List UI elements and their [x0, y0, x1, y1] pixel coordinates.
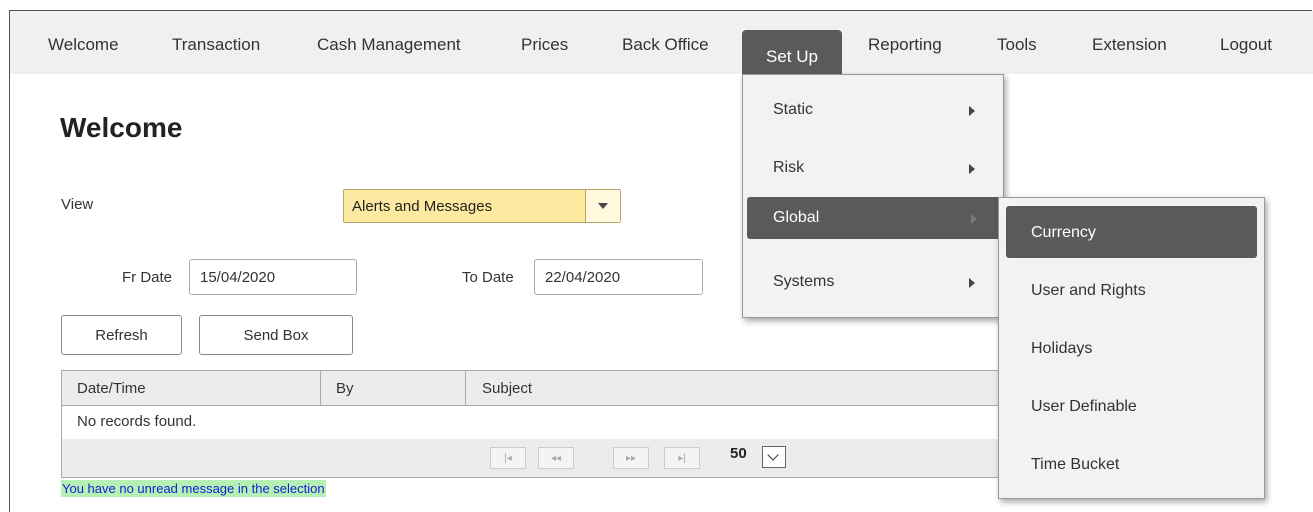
refresh-button[interactable]: Refresh — [61, 315, 182, 355]
from-date-input[interactable] — [189, 259, 357, 295]
submenu-item-user-and-rights[interactable]: User and Rights — [999, 264, 1264, 316]
menu-item-label: Holidays — [1031, 340, 1093, 357]
menu-item-label: Static — [773, 101, 814, 118]
setup-item-systems[interactable]: Systems — [743, 261, 1003, 303]
table-pager: |◂ ◂◂ ▸▸ ▸| 50 — [62, 439, 1060, 477]
menu-welcome[interactable]: Welcome — [48, 35, 119, 55]
global-submenu: Currency User and Rights Holidays User D… — [998, 197, 1265, 499]
status-message: You have no unread message in the select… — [61, 480, 326, 497]
submenu-item-user-definable[interactable]: User Definable — [999, 380, 1264, 432]
col-by[interactable]: By — [336, 380, 354, 397]
menu-logout[interactable]: Logout — [1220, 35, 1272, 55]
menu-cash-management[interactable]: Cash Management — [317, 35, 461, 55]
menu-tools[interactable]: Tools — [997, 35, 1037, 55]
page-size-dropdown[interactable] — [762, 446, 786, 468]
view-select-toggle[interactable] — [585, 190, 620, 222]
col-subject[interactable]: Subject — [482, 380, 532, 397]
menu-item-label: Currency — [1031, 224, 1096, 241]
caret-down-icon — [598, 203, 608, 209]
submenu-item-time-bucket[interactable]: Time Bucket — [999, 438, 1264, 490]
submenu-item-holidays[interactable]: Holidays — [999, 322, 1264, 374]
chevron-right-icon — [971, 214, 977, 224]
page-size-value: 50 — [730, 445, 747, 462]
column-divider — [465, 371, 466, 405]
menu-reporting[interactable]: Reporting — [868, 35, 942, 55]
column-divider — [320, 371, 321, 405]
chevron-right-icon — [969, 278, 975, 288]
last-page-icon[interactable]: ▸| — [664, 447, 700, 469]
submenu-item-currency[interactable]: Currency — [1006, 206, 1257, 258]
send-box-button[interactable]: Send Box — [199, 315, 353, 355]
menu-item-label: Time Bucket — [1031, 456, 1120, 473]
page-title: Welcome — [60, 112, 183, 143]
view-select-value: Alerts and Messages — [352, 198, 493, 215]
from-date-label: Fr Date — [122, 269, 173, 286]
setup-item-static[interactable]: Static — [743, 89, 1003, 131]
table-row: No records found. — [62, 405, 1060, 440]
chevron-right-icon — [969, 164, 975, 174]
to-date-label: To Date — [462, 269, 514, 286]
first-page-icon[interactable]: |◂ — [490, 447, 526, 469]
setup-dropdown-menu: Static Risk Global Systems — [742, 74, 1004, 318]
menu-item-label: User and Rights — [1031, 282, 1146, 299]
setup-item-global[interactable]: Global — [747, 197, 1001, 239]
view-select[interactable]: Alerts and Messages — [343, 189, 621, 223]
top-menu-bar: Welcome Transaction Cash Management Pric… — [10, 11, 1313, 84]
menu-item-label: Risk — [773, 159, 805, 176]
menu-item-label: User Definable — [1031, 398, 1137, 415]
prev-page-icon[interactable]: ◂◂ — [538, 447, 574, 469]
to-date-input[interactable] — [534, 259, 703, 295]
col-date-time[interactable]: Date/Time — [77, 380, 146, 397]
menu-extension[interactable]: Extension — [1092, 35, 1167, 55]
menu-transaction[interactable]: Transaction — [172, 35, 260, 55]
chevron-right-icon — [969, 106, 975, 116]
setup-item-risk[interactable]: Risk — [743, 147, 1003, 189]
menu-item-label: Systems — [773, 273, 835, 290]
table-header: Date/Time By Subject — [62, 371, 1060, 406]
chevron-down-icon — [767, 449, 779, 461]
empty-message: No records found. — [77, 413, 197, 430]
menu-back-office[interactable]: Back Office — [622, 35, 709, 55]
menu-item-label: Global — [773, 209, 820, 226]
view-label: View — [61, 196, 94, 213]
menu-prices[interactable]: Prices — [521, 35, 568, 55]
messages-table: Date/Time By Subject No records found. |… — [61, 370, 1061, 478]
next-page-icon[interactable]: ▸▸ — [613, 447, 649, 469]
